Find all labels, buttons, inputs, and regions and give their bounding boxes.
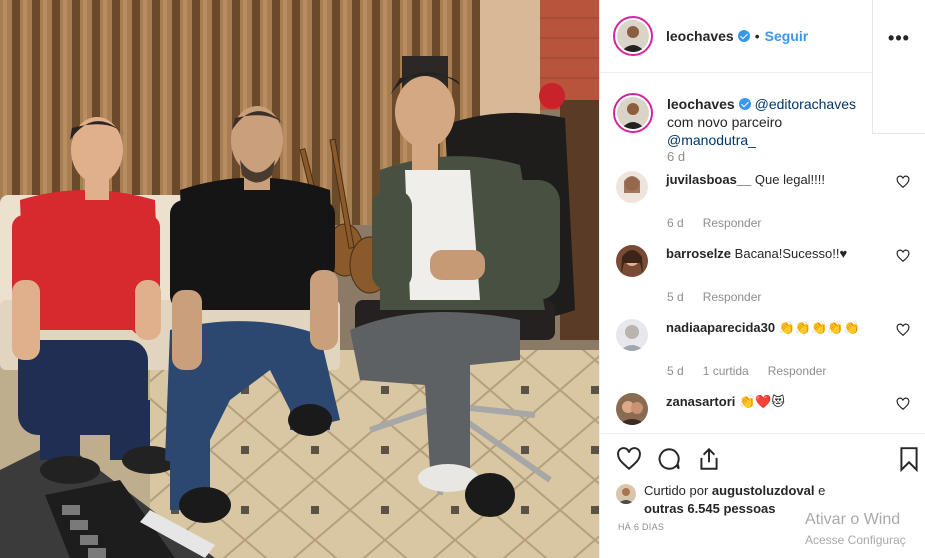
- caption-avatar[interactable]: [613, 93, 653, 133]
- caption-mention-manodutra[interactable]: @manodutra_: [667, 132, 756, 148]
- watermark-line2: Acesse Configuraç: [805, 533, 906, 547]
- comment-time: 6 d: [667, 216, 684, 230]
- share-icon[interactable]: [696, 446, 722, 472]
- photo-illustration: [0, 0, 599, 558]
- comment-like-count[interactable]: 1 curtida: [703, 364, 749, 378]
- comment-time: 5 d: [667, 290, 684, 304]
- liker-avatar[interactable]: [616, 484, 636, 504]
- commenter-avatar[interactable]: [616, 245, 648, 277]
- reply-button[interactable]: Responder: [703, 216, 762, 230]
- comment-bubble-icon[interactable]: [656, 446, 682, 472]
- comment-text: 👏👏👏👏👏: [778, 320, 860, 335]
- caption-username[interactable]: leochaves: [667, 96, 735, 112]
- liked-by-summary: Curtido por augustoluzdoval e outras 6.5…: [616, 482, 825, 518]
- comment-like-heart-icon[interactable]: [896, 175, 910, 189]
- post-caption: leochaves @editorachaves com novo parcei…: [613, 93, 873, 149]
- comment-username[interactable]: nadiaaparecida30: [666, 320, 775, 335]
- follow-button[interactable]: Seguir: [765, 28, 809, 44]
- comment-like-heart-icon[interactable]: [896, 249, 910, 263]
- caption-body: com novo parceiro: [667, 114, 783, 130]
- commenter-avatar[interactable]: [616, 171, 648, 203]
- comment-item: zanasartori 👏❤️😻: [616, 393, 916, 425]
- comments-list[interactable]: leochaves @editorachaves com novo parcei…: [600, 73, 925, 433]
- bookmark-icon[interactable]: [896, 446, 922, 472]
- comment-item: barroselze Bacana!Sucesso!!♥ 5 d Respond…: [616, 245, 916, 304]
- verified-badge-icon: [737, 30, 750, 42]
- post-photo[interactable]: [0, 0, 599, 558]
- caption-text: leochaves @editorachaves com novo parcei…: [667, 95, 873, 149]
- comment-text: Bacana!Sucesso!!♥: [734, 246, 848, 261]
- commenter-avatar[interactable]: [616, 393, 648, 425]
- comment-like-heart-icon[interactable]: [896, 397, 910, 411]
- comment-text: Que legal!!!!: [754, 172, 826, 187]
- watermark-line1: Ativar o Wind: [805, 511, 901, 528]
- comment-username[interactable]: barroselze: [666, 246, 731, 261]
- like-heart-icon[interactable]: [616, 446, 642, 472]
- post-time-ago: HÁ 6 DIAS: [618, 522, 665, 532]
- comment-username[interactable]: juvilasboas__: [666, 172, 751, 187]
- post-side-panel: leochaves • Seguir ••• leochaves @editor…: [599, 0, 925, 558]
- comment-item: nadiaaparecida30 👏👏👏👏👏 5 d 1 curtida Res…: [616, 319, 916, 378]
- author-username[interactable]: leochaves: [666, 28, 734, 44]
- liked-by-user[interactable]: augustoluzdoval: [712, 483, 815, 498]
- comment-like-heart-icon[interactable]: [896, 323, 910, 337]
- reply-button[interactable]: Responder: [703, 290, 762, 304]
- likes-count[interactable]: outras 6.545 pessoas: [644, 501, 776, 516]
- liked-by-prefix: Curtido por: [644, 483, 712, 498]
- commenter-avatar[interactable]: [616, 319, 648, 351]
- windows-activation-watermark: Ativar o Wind Acesse Configuraç: [805, 511, 925, 547]
- liked-by-and: e: [814, 483, 826, 498]
- comment-item: juvilasboas__ Que legal!!!! 6 d Responde…: [616, 171, 916, 230]
- verified-badge-icon: [738, 98, 751, 110]
- comment-time: 5 d: [667, 364, 684, 378]
- separator-dot: •: [754, 28, 760, 44]
- caption-timestamp: 6 d: [667, 149, 686, 164]
- comment-text: 👏❤️😻: [739, 394, 785, 409]
- reply-button[interactable]: Responder: [768, 364, 827, 378]
- author-avatar[interactable]: [613, 16, 653, 56]
- caption-mention-editorachaves[interactable]: @editorachaves: [755, 96, 856, 112]
- comment-username[interactable]: zanasartori: [666, 394, 735, 409]
